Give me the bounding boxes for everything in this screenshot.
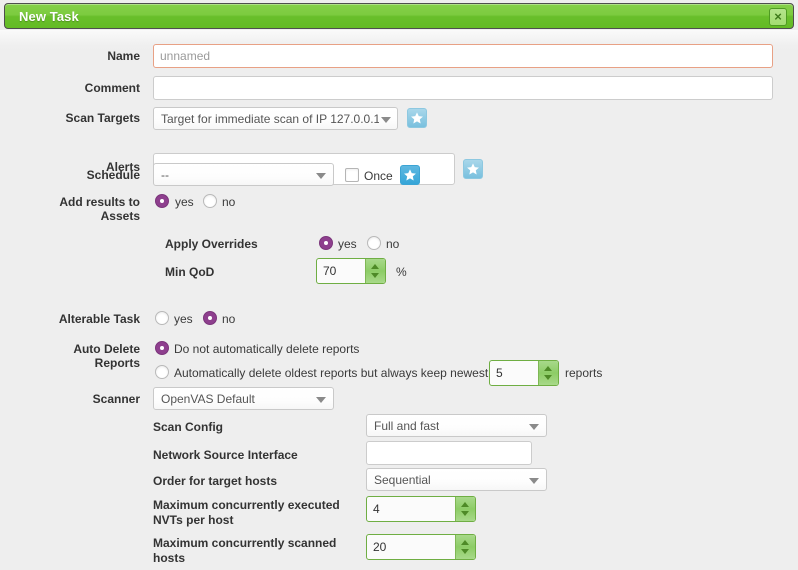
new-schedule-button[interactable] xyxy=(400,165,420,185)
star-icon xyxy=(466,162,480,176)
comment-input[interactable] xyxy=(153,76,773,100)
auto-delete-label-line1: Auto Delete xyxy=(0,342,140,357)
alterable-task-radio-no-label: no xyxy=(222,312,235,326)
chevron-down-icon xyxy=(381,117,391,123)
name-input[interactable] xyxy=(153,44,773,68)
spinner-up-icon[interactable] xyxy=(461,540,469,545)
chevron-down-icon xyxy=(316,173,326,179)
alterable-task-radio-no[interactable] xyxy=(203,311,217,325)
add-results-radio-yes-label: yes xyxy=(175,195,194,209)
max-nvts-label-line2: NVTs per host xyxy=(153,513,233,528)
close-button[interactable]: × xyxy=(769,8,787,26)
order-for-target-hosts-label: Order for target hosts xyxy=(153,474,277,489)
apply-overrides-label: Apply Overrides xyxy=(165,237,258,252)
min-qod-unit: % xyxy=(396,265,407,279)
schedule-once-checkbox[interactable] xyxy=(345,168,359,182)
auto-delete-keep-suffix: reports xyxy=(565,366,602,380)
alterable-task-label: Alterable Task xyxy=(0,312,140,327)
scan-config-selected-value: Full and fast xyxy=(374,418,439,434)
chevron-down-icon xyxy=(529,424,539,430)
scanner-select[interactable]: OpenVAS Default xyxy=(153,387,334,410)
alterable-task-radio-yes-label: yes xyxy=(174,312,193,326)
apply-overrides-radio-yes-label: yes xyxy=(338,237,357,251)
order-for-target-hosts-selected-value: Sequential xyxy=(374,472,431,488)
max-nvts-value: 4 xyxy=(373,501,380,517)
auto-delete-radio-keep-newest[interactable] xyxy=(155,365,169,379)
network-source-interface-input[interactable] xyxy=(366,441,532,465)
min-qod-spinner[interactable]: 70 xyxy=(316,258,386,284)
scanner-selected-value: OpenVAS Default xyxy=(161,391,255,407)
add-results-label-line2: Assets xyxy=(0,209,140,224)
add-results-radio-yes[interactable] xyxy=(155,194,169,208)
schedule-selected-value: -- xyxy=(161,167,169,183)
new-task-dialog: New Task × Name Comment Scan Targets Tar… xyxy=(0,0,798,570)
auto-delete-radio-keep-all-label: Do not automatically delete reports xyxy=(174,342,359,356)
scan-config-label: Scan Config xyxy=(153,420,223,435)
auto-delete-label-line2: Reports xyxy=(0,356,140,371)
star-icon xyxy=(403,168,417,182)
chevron-down-icon xyxy=(316,397,326,403)
chevron-down-icon xyxy=(529,478,539,484)
max-scanned-hosts-spinner-buttons[interactable] xyxy=(455,535,475,559)
schedule-label: Schedule xyxy=(0,168,140,183)
min-qod-value: 70 xyxy=(323,263,336,279)
min-qod-spinner-buttons[interactable] xyxy=(365,259,385,283)
max-scanned-hosts-label-line1: Maximum concurrently scanned xyxy=(153,536,336,551)
spinner-down-icon[interactable] xyxy=(544,375,552,380)
auto-delete-spinner-buttons[interactable] xyxy=(538,361,558,385)
apply-overrides-radio-yes[interactable] xyxy=(319,236,333,250)
star-icon xyxy=(410,111,424,125)
comment-label: Comment xyxy=(0,81,140,96)
new-scan-target-button[interactable] xyxy=(407,108,427,128)
max-scanned-hosts-label-line2: hosts xyxy=(153,551,185,566)
order-for-target-hosts-select[interactable]: Sequential xyxy=(366,468,547,491)
auto-delete-radio-keep-newest-label: Automatically delete oldest reports but … xyxy=(174,366,488,380)
max-scanned-hosts-spinner[interactable]: 20 xyxy=(366,534,476,560)
network-source-interface-label: Network Source Interface xyxy=(153,448,298,463)
scanner-label: Scanner xyxy=(0,392,140,407)
add-results-radio-no[interactable] xyxy=(203,194,217,208)
dialog-title: New Task xyxy=(19,9,79,24)
schedule-once-label: Once xyxy=(364,169,393,183)
scan-config-select[interactable]: Full and fast xyxy=(366,414,547,437)
task-form: Name Comment Scan Targets Target for imm… xyxy=(0,30,798,570)
max-nvts-spinner-buttons[interactable] xyxy=(455,497,475,521)
apply-overrides-radio-no[interactable] xyxy=(367,236,381,250)
min-qod-label: Min QoD xyxy=(165,265,214,280)
add-results-radio-no-label: no xyxy=(222,195,235,209)
max-scanned-hosts-value: 20 xyxy=(373,539,386,555)
add-results-label-line1: Add results to xyxy=(0,195,140,210)
alterable-task-radio-yes[interactable] xyxy=(155,311,169,325)
auto-delete-keep-count-spinner[interactable]: 5 xyxy=(489,360,559,386)
auto-delete-keep-count-value: 5 xyxy=(496,365,503,381)
auto-delete-radio-keep-all[interactable] xyxy=(155,341,169,355)
schedule-select[interactable]: -- xyxy=(153,163,334,186)
name-label: Name xyxy=(0,49,140,64)
close-icon: × xyxy=(770,8,786,26)
spinner-up-icon[interactable] xyxy=(371,264,379,269)
max-nvts-label-line1: Maximum concurrently executed xyxy=(153,498,340,513)
dialog-titlebar: New Task × xyxy=(4,3,794,29)
spinner-down-icon[interactable] xyxy=(461,549,469,554)
scan-targets-selected-value: Target for immediate scan of IP 127.0.0.… xyxy=(161,111,379,127)
spinner-up-icon[interactable] xyxy=(461,502,469,507)
new-alert-button[interactable] xyxy=(463,159,483,179)
scan-targets-select[interactable]: Target for immediate scan of IP 127.0.0.… xyxy=(153,107,398,130)
max-nvts-spinner[interactable]: 4 xyxy=(366,496,476,522)
spinner-down-icon[interactable] xyxy=(371,273,379,278)
spinner-down-icon[interactable] xyxy=(461,511,469,516)
spinner-up-icon[interactable] xyxy=(544,366,552,371)
apply-overrides-radio-no-label: no xyxy=(386,237,399,251)
scan-targets-label: Scan Targets xyxy=(0,111,140,126)
